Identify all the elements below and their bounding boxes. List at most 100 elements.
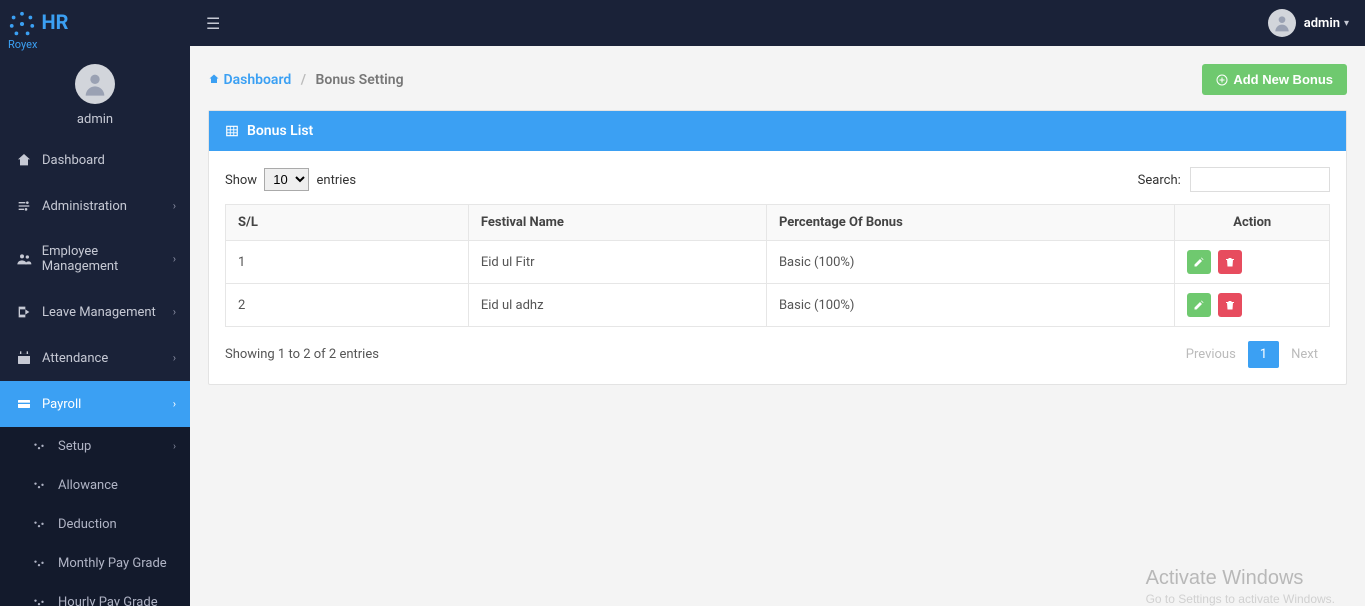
avatar <box>1268 9 1296 37</box>
sub-item-label: Setup <box>58 439 91 454</box>
table-info: Showing 1 to 2 of 2 entries <box>225 347 379 362</box>
delete-button[interactable] <box>1218 293 1242 317</box>
search-label: Search: <box>1138 173 1181 188</box>
pencil-icon <box>1193 299 1205 311</box>
chevron-right-icon: › <box>173 306 176 319</box>
sliders-icon <box>32 596 50 606</box>
home-icon <box>208 73 220 85</box>
sidebar-item-label: Administration <box>42 199 127 214</box>
sidebar-item-employee[interactable]: Employee Management › <box>0 229 190 289</box>
sliders-icon <box>14 198 34 214</box>
panel-bonus-list: Bonus List Show 10 entries Search: <box>208 110 1347 385</box>
cell-percent: Basic (100%) <box>766 241 1174 284</box>
sub-item-label: Hourly Pay Grade <box>58 595 158 606</box>
sidebar-item-label: Dashboard <box>42 153 105 168</box>
sub-item-allowance[interactable]: Allowance <box>0 466 190 505</box>
sidebar-item-leave[interactable]: Leave Management › <box>0 289 190 335</box>
chevron-right-icon: › <box>173 352 176 365</box>
length-suffix: entries <box>317 173 357 188</box>
delete-button[interactable] <box>1218 250 1242 274</box>
table-row: 2 Eid ul adhz Basic (100%) <box>226 284 1330 327</box>
pagination-prev[interactable]: Previous <box>1174 341 1248 368</box>
bonus-table: S/L Festival Name Percentage Of Bonus Ac… <box>225 204 1330 327</box>
sidebar-user-name: admin <box>0 112 190 127</box>
col-action: Action <box>1175 205 1330 241</box>
users-icon <box>14 251 34 267</box>
panel-body: Show 10 entries Search: S/L Festival Nam… <box>209 151 1346 384</box>
cell-action <box>1175 284 1330 327</box>
chevron-right-icon: › <box>173 398 176 411</box>
breadcrumb-row: Dashboard / Bonus Setting Add New Bonus <box>190 46 1365 105</box>
caret-down-icon: ▾ <box>1344 18 1349 29</box>
chevron-right-icon: › <box>173 441 176 452</box>
entries-select[interactable]: 10 <box>264 168 309 191</box>
table-footer: Showing 1 to 2 of 2 entries Previous 1 N… <box>225 341 1330 368</box>
search-input[interactable] <box>1190 167 1330 192</box>
logo-text-hr: HR <box>41 10 68 34</box>
sub-item-hourly-pay-grade[interactable]: Hourly Pay Grade <box>0 583 190 606</box>
sub-item-setup[interactable]: Setup › <box>0 427 190 466</box>
sidebar: HR Royex admin Dashboard Administration … <box>0 0 190 606</box>
sidebar-item-label: Payroll <box>42 397 81 412</box>
plus-circle-icon <box>1216 74 1228 86</box>
col-sl[interactable]: S/L <box>226 205 469 241</box>
content: Dashboard / Bonus Setting Add New Bonus … <box>190 0 1365 606</box>
sub-item-deduction[interactable]: Deduction <box>0 505 190 544</box>
sub-item-label: Monthly Pay Grade <box>58 556 167 571</box>
add-new-bonus-button[interactable]: Add New Bonus <box>1202 64 1347 95</box>
length-control: Show 10 entries <box>225 168 356 191</box>
breadcrumb-separator: / <box>301 72 306 88</box>
sidebar-item-label: Employee Management <box>42 244 176 274</box>
pagination-page-1[interactable]: 1 <box>1248 341 1279 368</box>
sidebar-item-administration[interactable]: Administration › <box>0 183 190 229</box>
sub-item-monthly-pay-grade[interactable]: Monthly Pay Grade <box>0 544 190 583</box>
topbar: ☰ admin ▾ <box>190 0 1365 46</box>
sub-menu-payroll: Setup › Allowance Deduction Monthly Pay … <box>0 427 190 606</box>
sidebar-item-dashboard[interactable]: Dashboard <box>0 137 190 183</box>
trash-icon <box>1224 299 1236 311</box>
cell-festival: Eid ul Fitr <box>468 241 766 284</box>
cell-sl: 2 <box>226 284 469 327</box>
home-icon <box>14 152 34 168</box>
add-button-label: Add New Bonus <box>1233 72 1333 87</box>
sidebar-item-label: Attendance <box>42 351 108 366</box>
sidebar-item-payroll[interactable]: Payroll › <box>0 381 190 427</box>
wallet-icon <box>14 396 34 412</box>
trash-icon <box>1224 256 1236 268</box>
edit-button[interactable] <box>1187 250 1211 274</box>
edit-button[interactable] <box>1187 293 1211 317</box>
avatar <box>75 64 115 104</box>
cell-sl: 1 <box>226 241 469 284</box>
breadcrumb-home-label: Dashboard <box>223 72 291 88</box>
hamburger-icon[interactable]: ☰ <box>206 14 220 33</box>
breadcrumb-home-link[interactable]: Dashboard <box>208 72 295 88</box>
table-controls: Show 10 entries Search: <box>225 167 1330 192</box>
cell-percent: Basic (100%) <box>766 284 1174 327</box>
chevron-right-icon: › <box>173 200 176 213</box>
sidebar-item-attendance[interactable]: Attendance › <box>0 335 190 381</box>
search-control: Search: <box>1138 167 1330 192</box>
table-row: 1 Eid ul Fitr Basic (100%) <box>226 241 1330 284</box>
topbar-user-name: admin <box>1304 16 1340 31</box>
calendar-icon <box>14 350 34 366</box>
sub-item-label: Deduction <box>58 517 117 532</box>
nav-menu: Dashboard Administration › Employee Mana… <box>0 137 190 427</box>
sidebar-item-label: Leave Management <box>42 305 156 320</box>
table-icon <box>225 124 239 138</box>
panel-title: Bonus List <box>247 123 313 139</box>
panel-header: Bonus List <box>209 111 1346 151</box>
col-percent[interactable]: Percentage Of Bonus <box>766 205 1174 241</box>
pagination-next[interactable]: Next <box>1279 341 1330 368</box>
pencil-icon <box>1193 256 1205 268</box>
topbar-user-menu[interactable]: admin ▾ <box>1268 9 1349 37</box>
breadcrumb: Dashboard / Bonus Setting <box>208 72 404 88</box>
sliders-icon <box>32 440 50 454</box>
sliders-icon <box>32 557 50 571</box>
pagination: Previous 1 Next <box>1174 341 1330 368</box>
sidebar-user-panel: admin <box>0 56 190 137</box>
table-header-row: S/L Festival Name Percentage Of Bonus Ac… <box>226 205 1330 241</box>
sub-item-label: Allowance <box>58 478 118 493</box>
cell-action <box>1175 241 1330 284</box>
col-festival[interactable]: Festival Name <box>468 205 766 241</box>
logo: HR Royex <box>0 0 190 56</box>
